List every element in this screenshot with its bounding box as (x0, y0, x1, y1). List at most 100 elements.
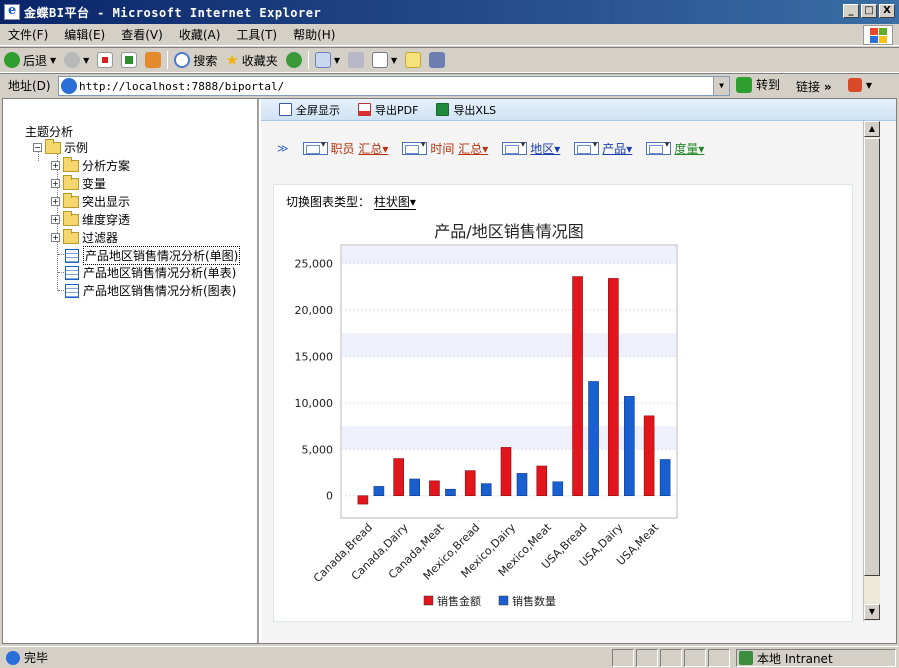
bar (480, 483, 492, 497)
tree-node-drill-through[interactable]: + 维度穿透 (51, 210, 130, 228)
dimension-staff[interactable]: 职员 汇总▾ (302, 140, 388, 157)
bar (572, 276, 583, 497)
bar-chart: 产品/地区销售情况图 25,000 20,000 15,000 10,000 5,000 0… (295, 222, 678, 608)
legend-swatch (498, 595, 509, 606)
y-tick-label: 25,000 (295, 258, 334, 271)
dimension-name: 时间 (430, 141, 455, 156)
page-done-icon (6, 650, 20, 665)
pdf-icon (358, 103, 371, 116)
expand-icon[interactable]: + (51, 215, 60, 224)
edit-dropdown-icon[interactable]: ▼ (391, 56, 397, 65)
go-arrow-icon (736, 76, 752, 93)
toolbar-separator (167, 51, 169, 69)
print-button[interactable] (344, 52, 368, 68)
menu-tools[interactable]: 工具(T) (228, 26, 285, 43)
collapse-chevron-icon[interactable]: ≫ (277, 142, 289, 155)
extension-dropdown-icon[interactable]: ▼ (866, 81, 872, 90)
vertical-scrollbar[interactable]: ▲ ▼ (863, 121, 880, 621)
home-button[interactable] (141, 52, 165, 68)
bar (500, 447, 512, 497)
search-icon (174, 52, 191, 68)
dimension-selector-icon[interactable] (502, 140, 528, 155)
refresh-button[interactable] (117, 52, 141, 68)
tree-report-single-table[interactable]: 产品地区销售情况分析(单表) (65, 264, 236, 281)
tree-report-chart-table[interactable]: 产品地区销售情况分析(图表) (65, 282, 236, 299)
dimension-region[interactable]: 地区▾ (502, 140, 560, 157)
tree-node-variables[interactable]: + 变量 (51, 174, 106, 192)
messenger-icon (429, 52, 446, 68)
minimize-button[interactable]: _ (843, 4, 859, 18)
export-pdf-button[interactable]: 导出PDF (358, 102, 418, 118)
report-toolbar: 全屏显示 导出PDF 导出XLS (261, 99, 896, 121)
stop-button[interactable] (93, 52, 117, 68)
address-dropdown-icon[interactable]: ▼ (713, 77, 729, 95)
dimension-aggregate[interactable]: 汇总▾ (358, 140, 388, 157)
tree-node-highlight[interactable]: + 突出显示 (51, 192, 130, 210)
search-button[interactable]: 搜索 (170, 52, 221, 69)
tree-node-analysis-schemes[interactable]: + 分析方案 (51, 156, 130, 174)
excel-icon (436, 103, 450, 116)
favorites-button[interactable]: ★ 收藏夹 (221, 51, 281, 69)
links-toolbar[interactable]: 链接 » (796, 78, 832, 95)
back-button[interactable]: 后退 ▼ (0, 52, 60, 69)
go-button[interactable]: 转到 (736, 76, 780, 93)
mail-dropdown-icon[interactable]: ▼ (334, 56, 340, 65)
tree-root-label[interactable]: 主题分析 (25, 123, 73, 140)
bar (552, 481, 564, 497)
collapse-icon[interactable]: − (33, 143, 42, 152)
chart-type-select[interactable]: 柱状图▾ (373, 195, 416, 210)
scrollbar-thumb[interactable] (864, 138, 880, 576)
forward-dropdown-icon[interactable]: ▼ (83, 56, 89, 65)
chart-container: 切换图表类型： 柱状图▾ 产品/地区销售情况图 25,000 20,000 15,00… (273, 184, 853, 622)
expand-icon[interactable]: + (51, 161, 60, 170)
scroll-up-icon[interactable]: ▲ (864, 121, 880, 137)
expand-icon[interactable]: + (51, 233, 60, 242)
dimension-name[interactable]: 度量▾ (674, 140, 704, 157)
menu-view[interactable]: 查看(V) (113, 26, 171, 43)
menu-favorites[interactable]: 收藏(A) (171, 26, 229, 43)
messenger-button[interactable] (425, 52, 449, 68)
fullscreen-label: 全屏显示 (296, 103, 340, 117)
expand-icon[interactable]: + (51, 179, 60, 188)
back-dropdown-icon[interactable]: ▼ (50, 56, 56, 65)
tree-folder-examples[interactable]: − 示例 (33, 138, 88, 156)
history-button[interactable] (282, 52, 306, 68)
dimension-aggregate[interactable]: 汇总▾ (458, 140, 488, 157)
forward-button[interactable]: ▼ (60, 52, 93, 68)
maximize-button[interactable]: □ (861, 4, 877, 18)
dimension-time[interactable]: 时间 汇总▾ (402, 140, 488, 157)
close-button[interactable]: X (879, 4, 895, 18)
bar (357, 495, 369, 505)
bar (393, 458, 404, 497)
dimension-selector-icon[interactable] (646, 140, 672, 155)
tree-node-filters[interactable]: + 过滤器 (51, 228, 118, 246)
dimension-selector-icon[interactable] (574, 140, 600, 155)
menu-file[interactable]: 文件(F) (0, 26, 56, 43)
dimension-measure[interactable]: 度量▾ (646, 140, 704, 157)
edit-button[interactable]: ▼ (368, 52, 401, 68)
address-input[interactable]: http://localhost:7888/biportal/ ▼ (58, 76, 730, 96)
dimension-product[interactable]: 产品▾ (574, 140, 632, 157)
dimension-selector-icon[interactable] (302, 140, 328, 155)
menu-edit[interactable]: 编辑(E) (56, 26, 113, 43)
discuss-button[interactable] (401, 52, 425, 68)
export-xls-button[interactable]: 导出XLS (436, 102, 496, 118)
expand-icon[interactable]: + (51, 197, 60, 206)
search-label: 搜索 (193, 53, 218, 68)
legend-swatch (423, 595, 434, 606)
toolbar-extension-button[interactable]: ▼ (848, 77, 872, 92)
home-icon (145, 52, 162, 68)
fullscreen-button[interactable]: 全屏显示 (279, 102, 340, 118)
menu-help[interactable]: 帮助(H) (285, 26, 343, 43)
legend-label: 销售数量 (512, 594, 556, 608)
word-edit-icon (371, 52, 388, 68)
dimension-name[interactable]: 地区▾ (530, 140, 560, 157)
scroll-down-icon[interactable]: ▼ (864, 604, 880, 620)
forward-arrow-icon (64, 52, 81, 68)
bar (516, 473, 528, 497)
bar (659, 459, 671, 497)
tree-report-single-chart[interactable]: 产品地区销售情况分析(单图) (65, 246, 241, 265)
dimension-name[interactable]: 产品▾ (602, 140, 632, 157)
dimension-selector-icon[interactable] (402, 140, 428, 155)
mail-button[interactable]: ▼ (311, 52, 344, 68)
